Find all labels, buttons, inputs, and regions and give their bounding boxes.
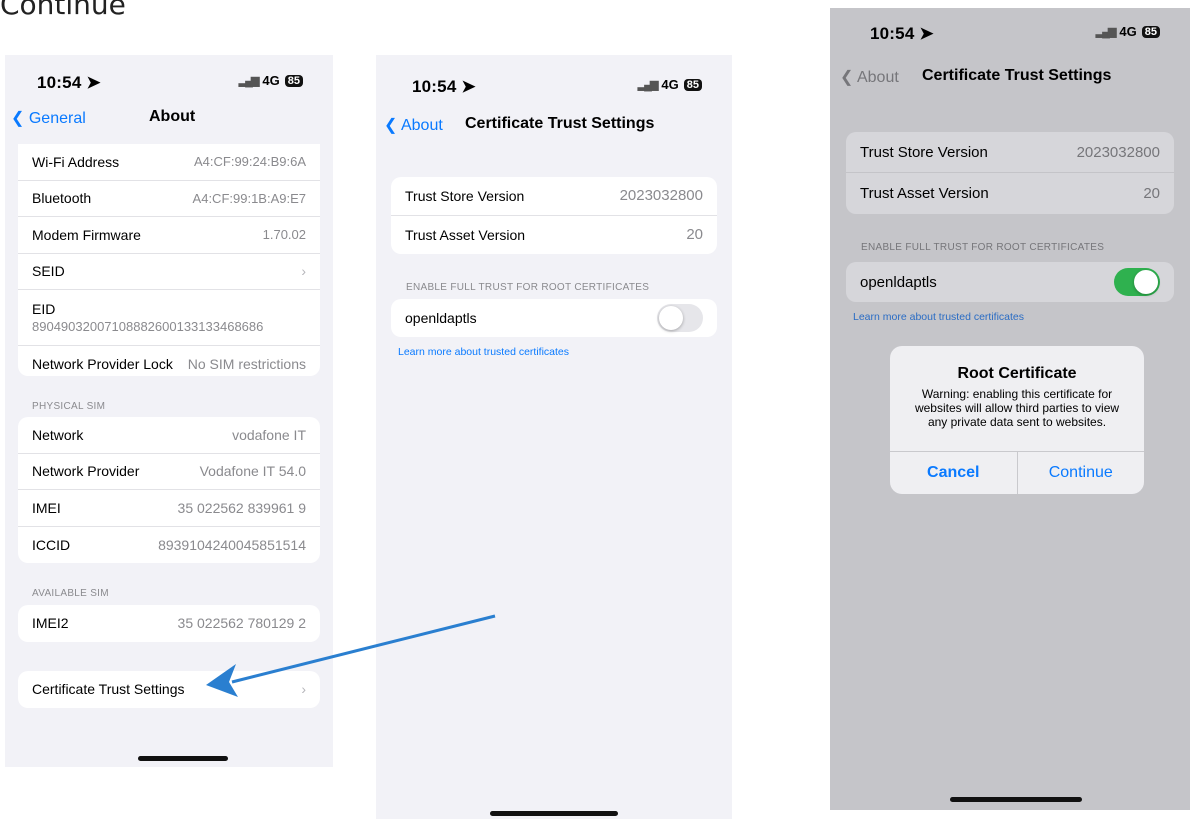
arrow-line [231,614,496,684]
annotation-arrow [206,614,496,697]
